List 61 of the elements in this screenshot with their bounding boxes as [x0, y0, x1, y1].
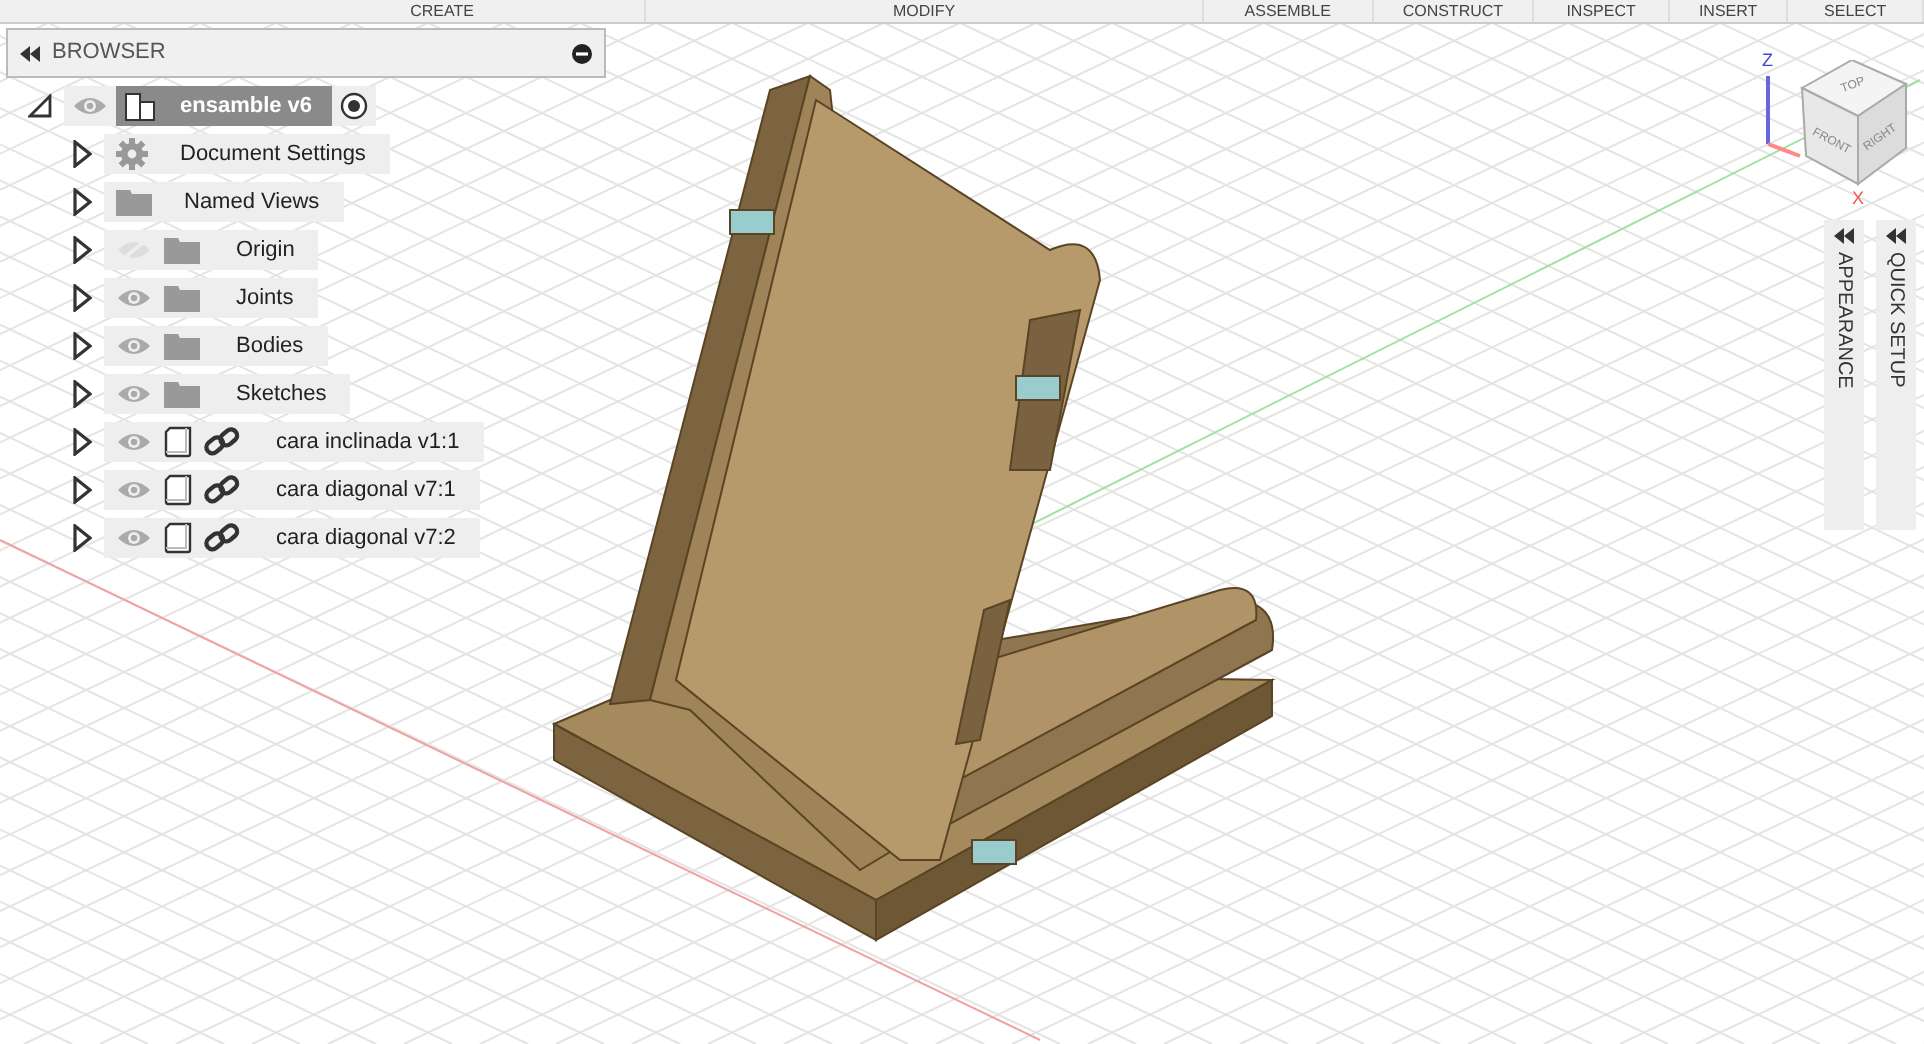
collapsed-triangle-icon[interactable]	[72, 476, 92, 504]
root-component-name: ensamble v6	[180, 92, 313, 122]
tree-item-label: Document Settings	[180, 140, 366, 170]
activate-radio-icon[interactable]	[340, 92, 369, 120]
collapsed-triangle-icon[interactable]	[72, 236, 92, 264]
axis-label: Z	[1762, 52, 1773, 70]
tree-item-label: cara diagonal v7:1	[276, 476, 456, 506]
side-panel-label: APPEARANCE	[1831, 252, 1857, 389]
collapsed-triangle-icon[interactable]	[72, 284, 92, 312]
expanded-triangle-icon[interactable]	[28, 94, 52, 118]
tree-item[interactable]: Sketches	[104, 374, 351, 414]
toolbar-menu[interactable]: INSPECT	[1534, 0, 1670, 22]
collapsed-triangle-icon[interactable]	[72, 140, 92, 168]
tree-item-label: cara diagonal v7:2	[276, 524, 456, 554]
minimize-icon[interactable]	[572, 43, 592, 63]
toolbar-menu[interactable]: SELECT	[1788, 0, 1924, 22]
collapsed-triangle-icon[interactable]	[72, 380, 92, 408]
expand-icon[interactable]	[1886, 228, 1906, 244]
expand-icon[interactable]	[1834, 228, 1854, 244]
toolbar-menu[interactable]: ASSEMBLE	[1204, 0, 1374, 22]
assembly-icon	[124, 90, 156, 122]
link-icon	[204, 474, 240, 506]
toolbar-menu[interactable]: INSERT	[1669, 0, 1789, 22]
tree-item-label: Joints	[236, 284, 294, 314]
collapsed-triangle-icon[interactable]	[72, 428, 92, 456]
tree-item-label: Bodies	[236, 332, 304, 362]
toolbar-menu[interactable]: CREATE	[0, 0, 646, 22]
side-panel-label: QUICK SETUP	[1883, 252, 1909, 388]
folder-icon	[164, 380, 200, 408]
collapsed-triangle-icon[interactable]	[72, 332, 92, 360]
toolbar-menu[interactable]: MODIFY	[645, 0, 1205, 22]
collapsed-triangle-icon[interactable]	[72, 524, 92, 552]
cube-icon	[164, 426, 192, 458]
gear-icon	[116, 138, 148, 170]
tree-item[interactable]: cara inclinada v1:1	[104, 422, 484, 462]
folder-icon	[116, 188, 152, 216]
axis-label: X	[1852, 190, 1865, 208]
tree-item[interactable]: Document Settings	[104, 134, 390, 174]
folder-icon	[164, 236, 200, 264]
link-icon	[204, 426, 240, 458]
tree-item-label: Named Views	[184, 188, 320, 218]
tree-item[interactable]: Bodies	[104, 326, 328, 366]
link-icon	[204, 522, 240, 554]
side-panel-tab[interactable]: QUICK SETUP	[1876, 220, 1916, 530]
tree-item-label: Sketches	[236, 380, 327, 410]
cube-icon	[164, 522, 192, 554]
side-panel-tab[interactable]: APPEARANCE	[1824, 220, 1864, 530]
tree-item-label: Origin	[236, 236, 295, 266]
tree-item-label: cara inclinada v1:1	[276, 428, 460, 458]
folder-icon	[164, 284, 200, 312]
cube-icon	[164, 474, 192, 506]
collapse-icon[interactable]	[20, 45, 40, 61]
tree-item[interactable]: cara diagonal v7:1	[104, 470, 480, 510]
folder-icon	[164, 332, 200, 360]
collapsed-triangle-icon[interactable]	[72, 188, 92, 216]
tree-item[interactable]: Origin	[104, 230, 319, 270]
tree-item[interactable]: Joints	[104, 278, 318, 318]
tree-item[interactable]: cara diagonal v7:2	[104, 518, 480, 558]
toolbar-menu[interactable]: CONSTRUCT	[1373, 0, 1535, 22]
panel-title: BROWSER	[52, 38, 166, 69]
tree-item[interactable]: Named Views	[104, 182, 344, 222]
